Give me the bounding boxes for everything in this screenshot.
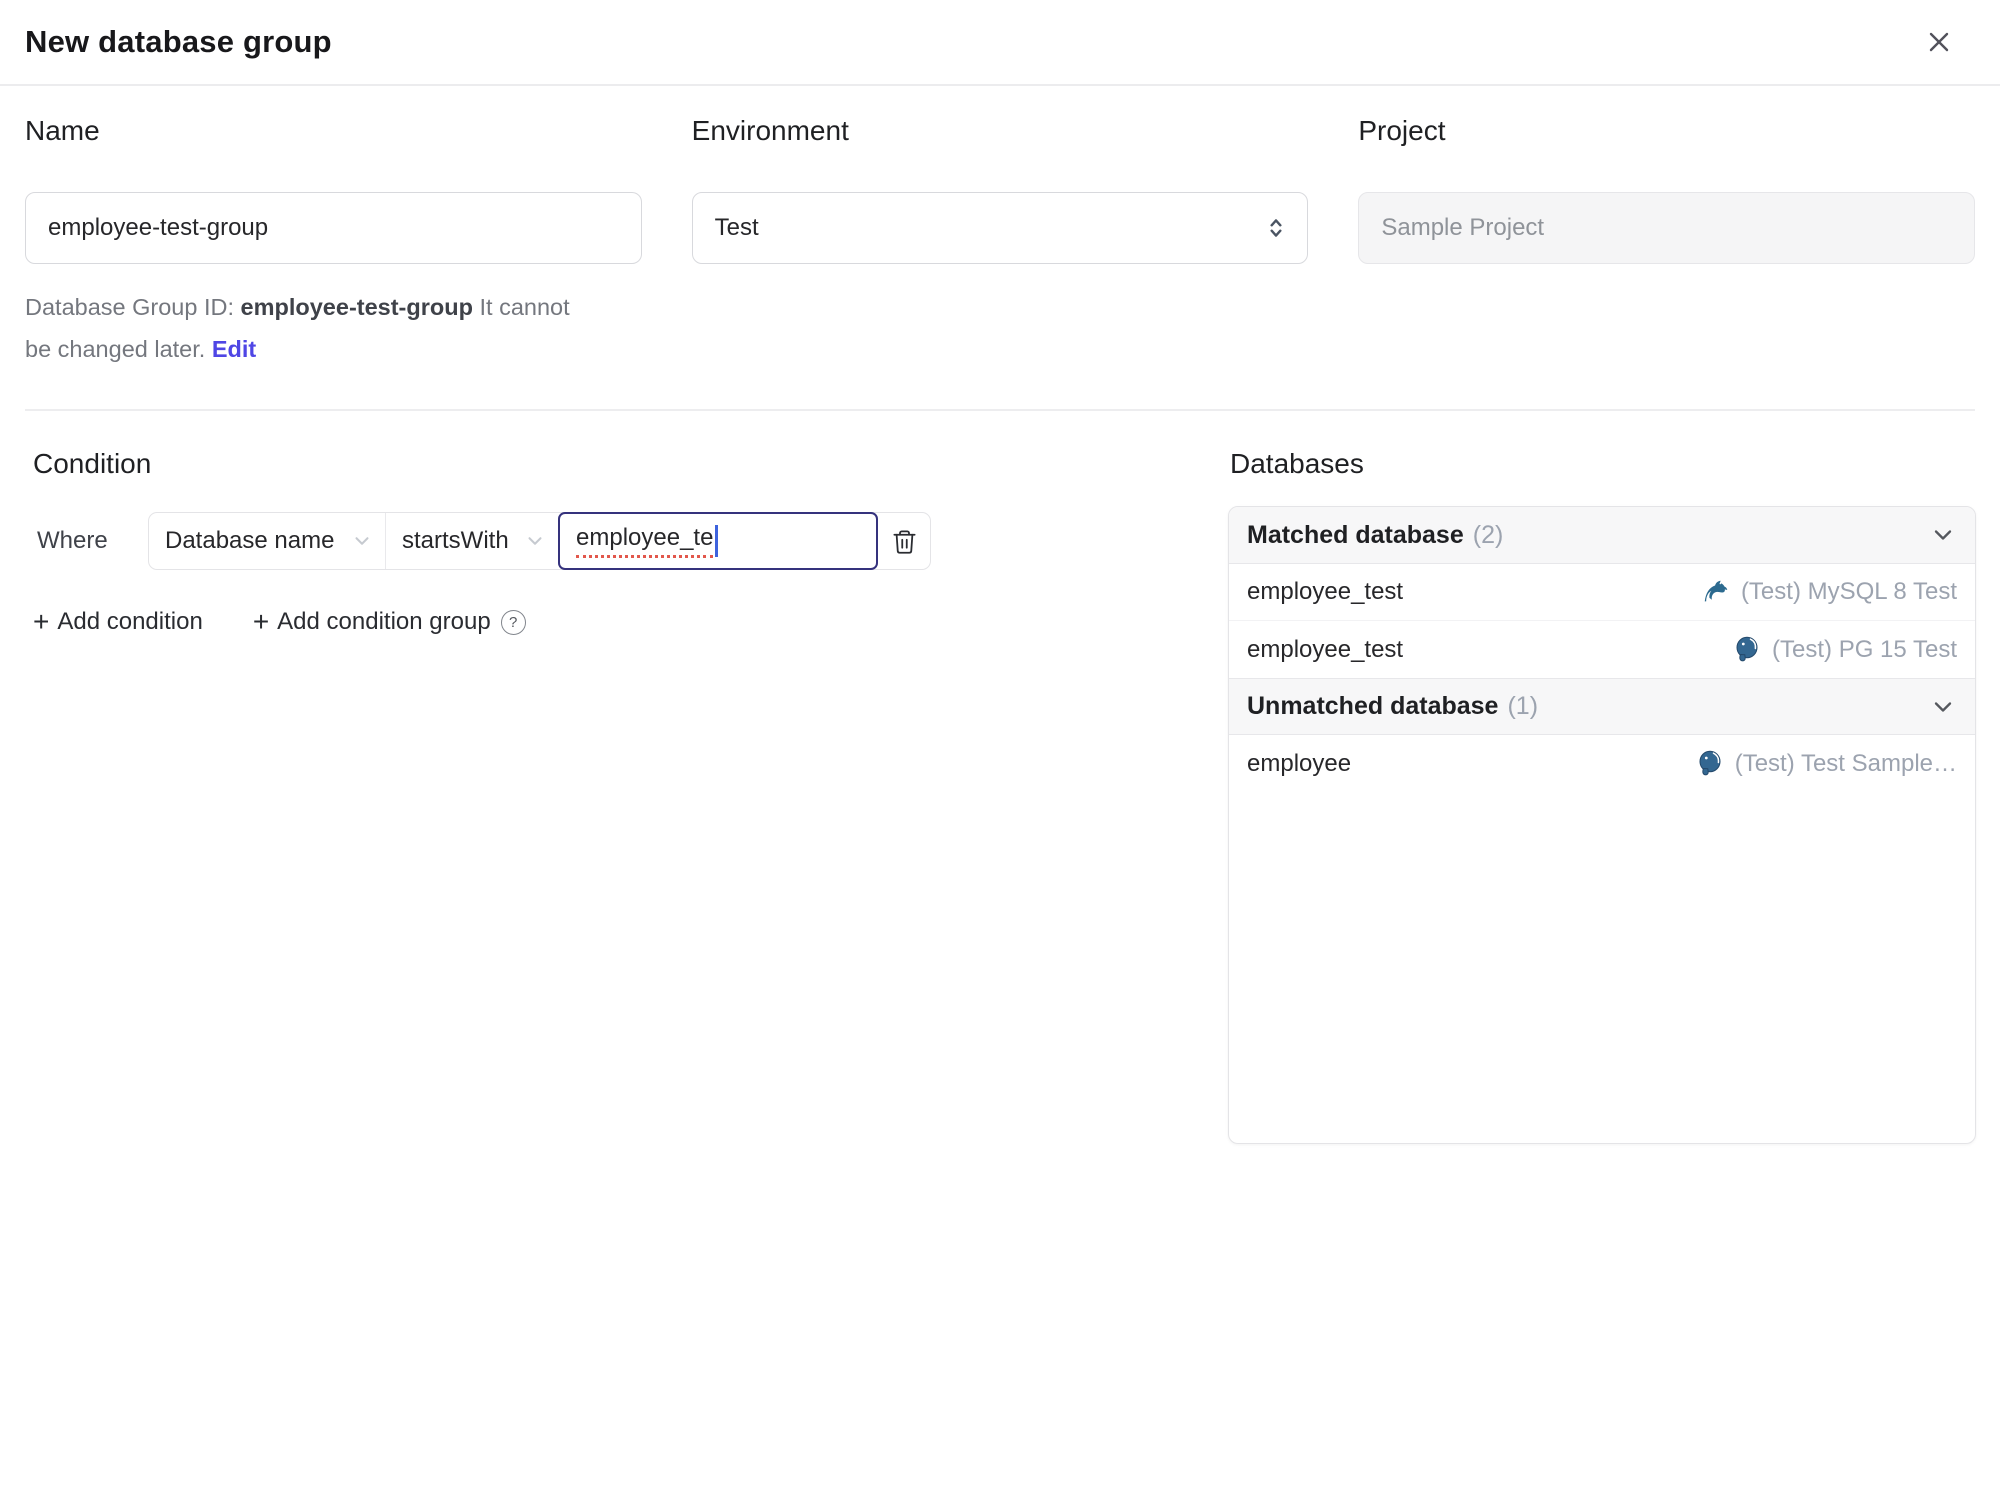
name-input[interactable] xyxy=(25,192,642,264)
edit-link[interactable]: Edit xyxy=(212,336,256,362)
database-row: employee (Test) Test Sample… xyxy=(1229,735,1975,792)
condition-heading: Condition xyxy=(33,448,152,479)
chevron-down-icon xyxy=(351,530,373,552)
database-instance-label: (Test) PG 15 Test xyxy=(1772,635,1957,663)
condition-group: Database name startsWith employee_te xyxy=(148,512,931,570)
where-label: Where xyxy=(37,527,108,554)
form-row: Name Database Group ID: employee-test-gr… xyxy=(25,114,1976,370)
environment-value: Test xyxy=(714,214,759,241)
environment-field-group: Environment Test xyxy=(691,114,1309,370)
postgres-icon xyxy=(1695,749,1725,779)
database-name: employee xyxy=(1247,749,1352,777)
name-label: Name xyxy=(25,115,100,146)
matched-database-header[interactable]: Matched database (2) xyxy=(1229,507,1975,564)
database-instance: (Test) Test Sample… xyxy=(1695,749,1957,779)
matched-database-count: (2) xyxy=(1472,520,1504,549)
condition-value-text: employee_te xyxy=(576,524,714,558)
id-note-prefix: Database Group ID: xyxy=(25,294,234,320)
database-group-id: employee-test-group xyxy=(240,294,473,320)
collapse-chevron-icon xyxy=(1929,521,1957,549)
condition-field-select[interactable]: Database name xyxy=(149,513,386,569)
databases-heading: Databases xyxy=(1230,448,1364,479)
condition-value-input[interactable]: employee_te xyxy=(558,512,878,570)
dialog-title: New database group xyxy=(25,24,332,59)
database-instance-label: (Test) Test Sample… xyxy=(1734,749,1957,777)
databases-section: Databases Matched database (2) employee_… xyxy=(1228,448,1976,1144)
condition-operator-value: startsWith xyxy=(402,527,509,554)
condition-operator-select[interactable]: startsWith xyxy=(386,513,558,569)
add-condition-label: Add condition xyxy=(57,608,203,635)
mysql-icon xyxy=(1701,577,1731,607)
chevron-up-down-icon xyxy=(1263,215,1289,241)
add-condition-group-button[interactable]: + Add condition group ? xyxy=(253,608,526,636)
unmatched-database-header[interactable]: Unmatched database (1) xyxy=(1229,678,1975,735)
project-input xyxy=(1358,192,1976,264)
unmatched-database-title: Unmatched database xyxy=(1247,692,1499,720)
database-row: employee_test (Test) MySQL 8 Test xyxy=(1229,564,1975,621)
trash-icon xyxy=(891,528,918,555)
collapse-chevron-icon xyxy=(1929,693,1957,721)
chevron-down-icon xyxy=(524,530,546,552)
databases-panel: Matched database (2) employee_test (Test… xyxy=(1228,506,1976,1144)
plus-icon: + xyxy=(33,606,50,637)
database-instance: (Test) MySQL 8 Test xyxy=(1701,577,1957,607)
condition-actions: + Add condition + Add condition group ? xyxy=(33,608,1175,636)
database-name: employee_test xyxy=(1247,578,1404,605)
project-label: Project xyxy=(1358,115,1446,146)
delete-condition-button[interactable] xyxy=(878,513,930,569)
section-divider xyxy=(25,409,1975,411)
postgres-icon xyxy=(1732,635,1762,665)
help-icon[interactable]: ? xyxy=(500,609,526,635)
project-field-group: Project xyxy=(1358,114,1976,370)
text-caret xyxy=(715,525,718,557)
add-condition-group-label: Add condition group xyxy=(277,608,491,635)
database-row: employee_test (Test) PG 15 Test xyxy=(1229,621,1975,678)
id-note: Database Group ID: employee-test-group I… xyxy=(25,286,573,370)
add-condition-button[interactable]: + Add condition xyxy=(33,608,203,636)
environment-select[interactable]: Test xyxy=(691,192,1309,264)
database-instance: (Test) PG 15 Test xyxy=(1732,635,1957,665)
plus-icon: + xyxy=(252,606,270,637)
name-field-group: Name Database Group ID: employee-test-gr… xyxy=(25,114,642,370)
close-icon xyxy=(1923,26,1955,58)
close-button[interactable] xyxy=(1920,23,1958,61)
matched-database-title: Matched database xyxy=(1247,520,1464,549)
condition-field-value: Database name xyxy=(165,527,335,554)
environment-label: Environment xyxy=(691,115,849,146)
database-name: employee_test xyxy=(1247,635,1404,663)
unmatched-database-count: (1) xyxy=(1507,692,1539,720)
condition-row: Where Database name startsWith employee_… xyxy=(25,512,1175,570)
database-instance-label: (Test) MySQL 8 Test xyxy=(1740,578,1957,605)
dialog-header: New database group xyxy=(0,0,2000,86)
condition-section: Condition Where Database name startsWith xyxy=(25,448,1175,636)
